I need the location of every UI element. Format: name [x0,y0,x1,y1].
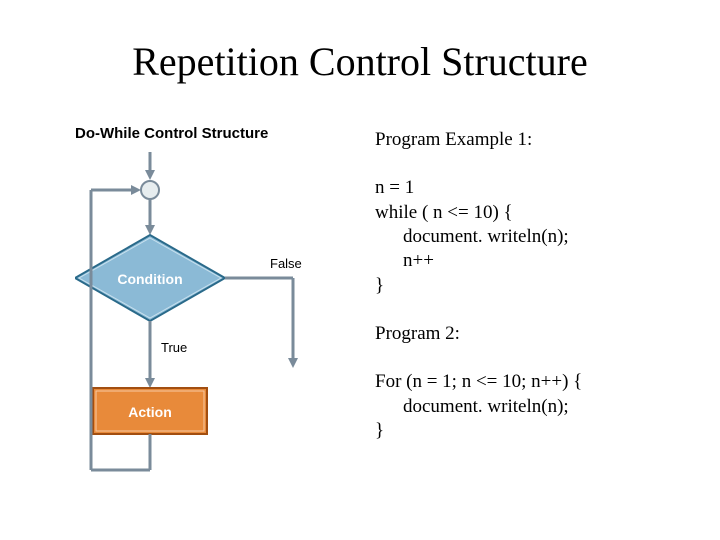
slide: Repetition Control Structure Do-While Co… [0,0,720,540]
program-2-heading-section: Program 2: [375,322,695,346]
program-2-code: For (n = 1; n <= 10; n++) { document. wr… [375,370,695,443]
code-line: document. writeln(n); [375,395,695,419]
code-line: document. writeln(n); [375,225,695,249]
code-line: For (n = 1; n <= 10; n++) { [375,370,695,394]
condition-label: Condition [117,271,182,287]
flowchart-diagram: Do-While Control Structure Condition Fal… [75,120,355,520]
action-label: Action [128,404,172,420]
program-1-heading: Program Example 1: [375,128,695,152]
true-label: True [161,340,187,355]
code-line: n = 1 [375,176,695,200]
condition-diamond-icon: Condition [75,235,225,321]
code-line: n++ [375,249,695,273]
code-line: while ( n <= 10) { [375,201,695,225]
flowchart-svg: Do-While Control Structure Condition Fal… [75,120,355,520]
merge-node-icon [141,181,159,199]
program-1-code: n = 1 while ( n <= 10) { document. write… [375,176,695,298]
action-box-icon: Action [93,388,207,434]
program-2-heading: Program 2: [375,322,695,346]
code-line: } [375,274,695,298]
slide-title: Repetition Control Structure [0,38,720,85]
program-1-section: Program Example 1: [375,128,695,152]
code-line: } [375,419,695,443]
false-label: False [270,256,302,271]
code-column: Program Example 1: n = 1 while ( n <= 10… [375,128,695,467]
diagram-header: Do-While Control Structure [75,125,268,142]
